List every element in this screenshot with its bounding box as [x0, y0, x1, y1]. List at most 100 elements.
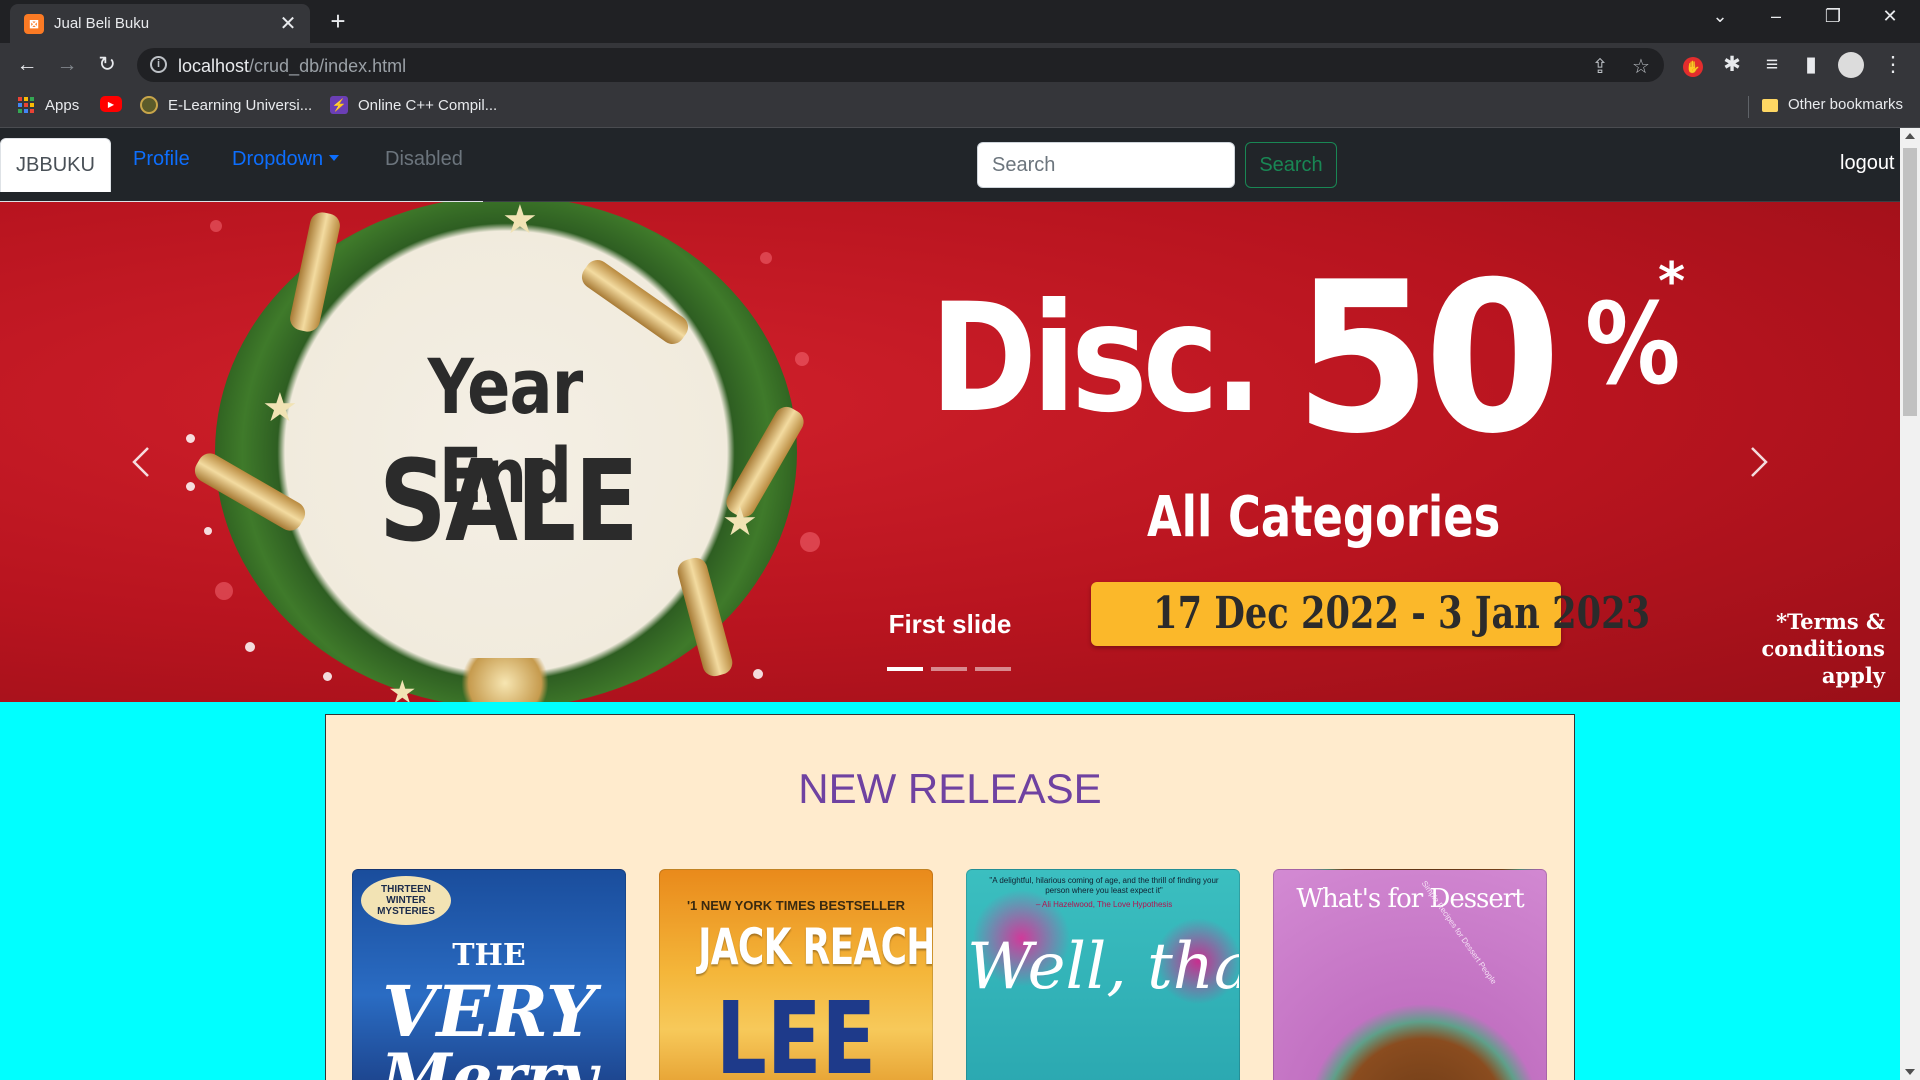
nav-dropdown-label: Dropdown	[232, 148, 324, 170]
page-viewport: JBBUKU Profile Dropdown Disabled Search …	[0, 128, 1920, 1080]
tab-search-chevron-icon[interactable]: ⌄	[1700, 6, 1740, 27]
nav-link-disabled: Disabled	[385, 148, 463, 170]
folder-icon	[1762, 99, 1778, 112]
caret-down-icon	[329, 154, 340, 161]
book-title: Well, that	[967, 930, 1239, 1004]
bookmark-youtube[interactable]: ▶	[100, 96, 132, 112]
address-bar[interactable]: i localhost/crud_db/index.html ⇪ ☆	[137, 48, 1664, 82]
star-ornament-icon: ★	[262, 386, 298, 430]
scroll-down-arrow-icon[interactable]	[1905, 1069, 1915, 1075]
sparkle	[760, 252, 772, 264]
sparkle	[753, 669, 763, 679]
media-control-icon[interactable]: ≡	[1759, 52, 1785, 78]
bookmark-other[interactable]: Other bookmarks	[1762, 96, 1903, 113]
extensions-puzzle-icon[interactable]: ✱	[1719, 52, 1745, 78]
sparkle	[245, 642, 255, 652]
promo-carousel: ★ ★ ★ ★ Year End SALE Disc. 50 % * All C…	[0, 202, 1900, 702]
tab-title: Jual Beli Buku	[54, 15, 150, 32]
nav-link-profile[interactable]: Profile	[133, 148, 190, 171]
new-tab-icon[interactable]: +	[323, 8, 353, 34]
book-tagline: '1 NEW YORK TIMES BESTSELLER	[686, 898, 906, 913]
url-text[interactable]: localhost/crud_db/index.html	[178, 56, 406, 77]
share-icon[interactable]: ⇪	[1588, 54, 1612, 79]
carousel-indicator[interactable]	[931, 667, 967, 671]
site-navbar: JBBUKU Profile Dropdown Disabled Search …	[0, 128, 1900, 202]
restore-icon[interactable]: ❐	[1813, 6, 1853, 27]
book-card[interactable]: What's for Dessert Simple Recipes for De…	[1273, 869, 1547, 1080]
scroll-thumb[interactable]	[1903, 148, 1917, 416]
adblock-extension-icon[interactable]: ✋	[1680, 52, 1706, 78]
bookmark-apps-label: Apps	[45, 96, 80, 114]
bookmark-elearning[interactable]: E-Learning Universi...	[140, 96, 312, 114]
sparkle	[215, 582, 233, 600]
discount-asterisk: *	[1658, 252, 1686, 312]
carousel-next-chevron-icon[interactable]	[1738, 442, 1778, 482]
sparkle	[323, 672, 332, 681]
apps-grid-icon	[17, 96, 35, 114]
tab-close-icon[interactable]: ✕	[278, 14, 298, 34]
book-quote-author: – Ali Hazelwood, The Love Hypothesis	[1035, 900, 1173, 909]
discount-headline: Disc. 50 % *	[930, 238, 1685, 480]
categories-text: All Categories	[1147, 485, 1501, 550]
bookmark-online-cpp[interactable]: ⚡ Online C++ Compil...	[330, 96, 497, 114]
search-button[interactable]: Search	[1245, 142, 1337, 188]
banner-headline-line2: SALE	[379, 437, 639, 567]
sparkle	[204, 527, 212, 535]
section-title: NEW RELEASE	[798, 765, 1102, 812]
bookmark-online-cpp-label: Online C++ Compil...	[358, 96, 498, 114]
date-range-text: 17 Dec 2022 - 3 Jan 2023	[1153, 588, 1651, 639]
forward-icon[interactable]: →	[54, 52, 80, 78]
reload-icon[interactable]: ↻	[94, 52, 120, 78]
profile-avatar-icon[interactable]	[1838, 52, 1864, 78]
book-title-line: THE	[452, 938, 526, 973]
minimize-icon[interactable]: –	[1756, 6, 1796, 27]
lightning-icon: ⚡	[330, 96, 348, 114]
brand-tab[interactable]: JBBUKU	[0, 138, 111, 192]
ribbon-bow	[450, 658, 560, 702]
university-logo-icon	[140, 96, 158, 114]
logout-link[interactable]: logout	[1840, 152, 1895, 175]
sparkle	[186, 482, 195, 491]
site-info-icon[interactable]: i	[150, 56, 167, 73]
sparkle	[210, 220, 222, 232]
carousel-indicator[interactable]	[975, 667, 1011, 671]
scroll-up-arrow-icon[interactable]	[1905, 133, 1915, 139]
date-range-badge: 17 Dec 2022 - 3 Jan 2023	[1091, 582, 1650, 646]
new-release-section: NEW RELEASE THIRTEEN WINTER MYSTERIES TH…	[325, 714, 1575, 1080]
book-author: LEE	[715, 980, 877, 1080]
carousel-indicator[interactable]	[887, 667, 923, 671]
slide-caption: First slide	[888, 609, 1012, 639]
xampp-favicon-icon: ⊠	[24, 13, 44, 34]
bookmark-elearning-label: E-Learning Universi...	[168, 96, 313, 114]
book-card[interactable]: THIRTEEN WINTER MYSTERIES THE VERY Merry	[352, 869, 626, 1080]
bookmark-apps[interactable]: Apps	[17, 96, 79, 114]
nav-tabs: JBBUKU Profile Dropdown Disabled	[0, 138, 483, 202]
browser-tab-strip: ⊠ Jual Beli Buku ✕ + ⌄ – ❐ ✕	[0, 0, 1920, 43]
browser-tab[interactable]: ⊠ Jual Beli Buku ✕	[10, 4, 310, 43]
sparkle	[795, 352, 809, 366]
bookmark-other-label: Other bookmarks	[1788, 96, 1904, 113]
carousel-indicators	[887, 667, 1011, 671]
bookmarks-separator	[1748, 96, 1749, 118]
terms-text: *Terms & conditions apply	[1761, 609, 1886, 688]
back-icon[interactable]: ←	[14, 52, 40, 78]
book-title-line: Merry	[380, 1040, 598, 1080]
side-panel-icon[interactable]: ▮	[1798, 52, 1824, 78]
star-ornament-icon: ★	[388, 674, 417, 702]
star-ornament-icon: ★	[502, 202, 538, 242]
book-title: JACK REACHER	[698, 918, 933, 976]
book-card[interactable]: "A delightful, hilarious coming of age, …	[966, 869, 1240, 1080]
youtube-icon: ▶	[100, 96, 122, 112]
sparkle	[186, 434, 195, 443]
menu-kebab-icon[interactable]: ⋮	[1880, 52, 1906, 78]
close-window-icon[interactable]: ✕	[1870, 6, 1910, 27]
nav-link-dropdown[interactable]: Dropdown	[232, 148, 340, 171]
discount-word: Disc.	[930, 272, 1263, 446]
page-scrollbar[interactable]	[1900, 128, 1920, 1080]
carousel-prev-chevron-icon[interactable]	[122, 442, 162, 482]
book-card[interactable]: '1 NEW YORK TIMES BESTSELLER JACK REACHE…	[659, 869, 933, 1080]
search-input[interactable]	[977, 142, 1235, 188]
browser-toolbar: ← → ↻ i localhost/crud_db/index.html ⇪ ☆…	[0, 43, 1920, 87]
bookmark-star-icon[interactable]: ☆	[1629, 54, 1653, 79]
bookmarks-bar: Apps ▶ E-Learning Universi... ⚡ Online C…	[0, 87, 1920, 128]
